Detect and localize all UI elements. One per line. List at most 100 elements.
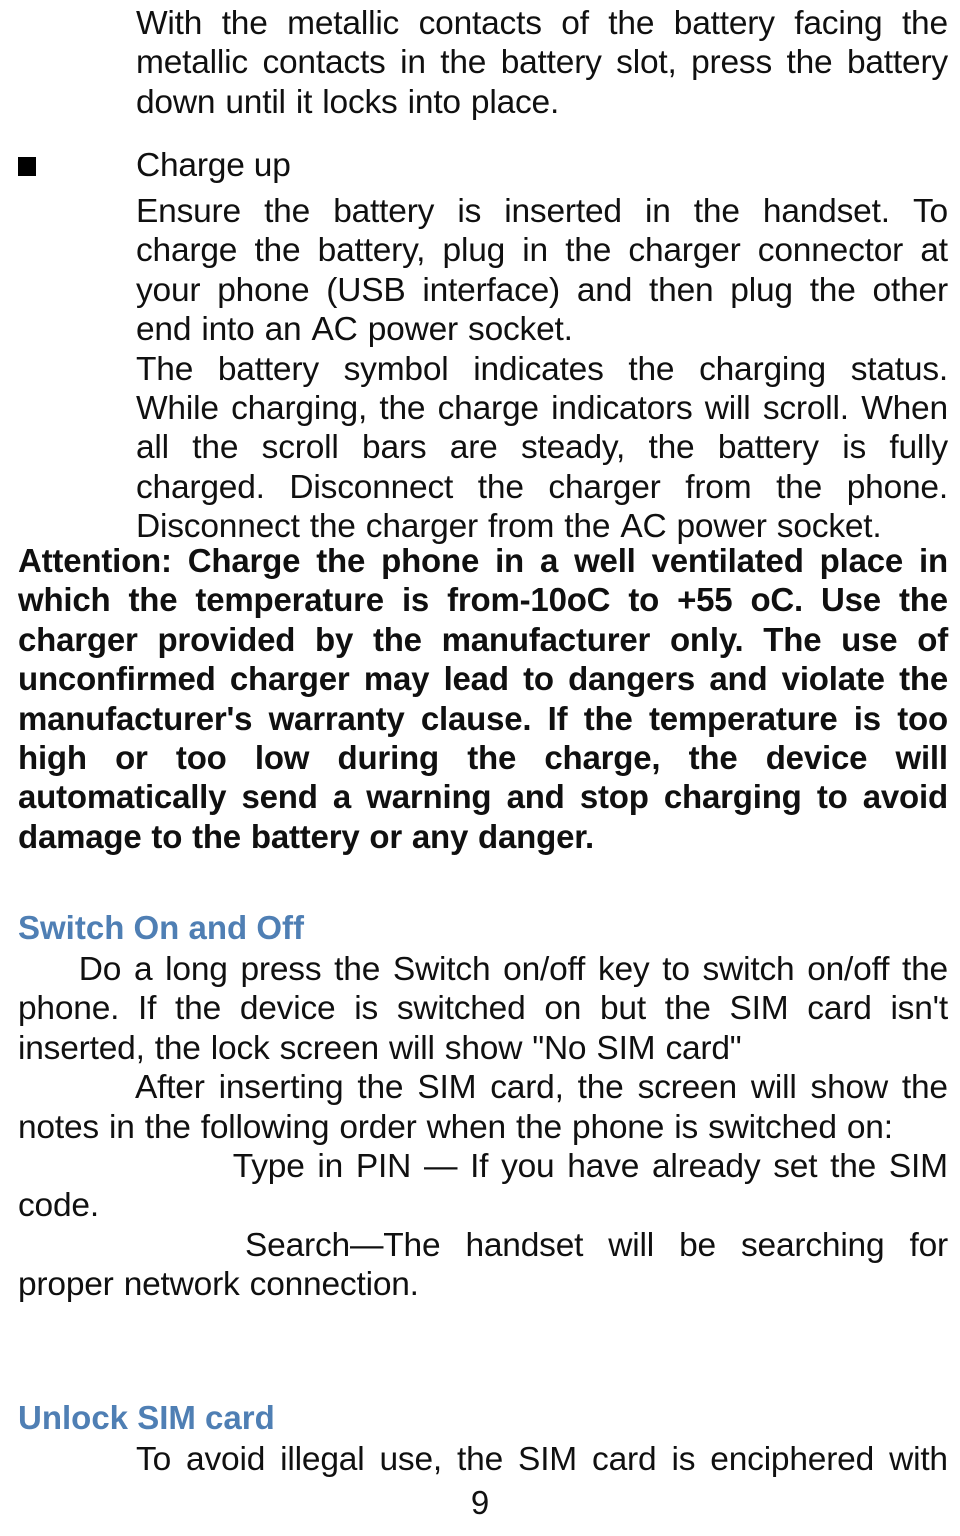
- word: plug: [442, 232, 506, 270]
- word: To: [136, 1441, 172, 1478]
- word: are: [449, 429, 498, 467]
- word: in: [400, 44, 426, 82]
- word: Do: [78, 951, 122, 988]
- text-line: To avoid illegal use, the SIM card is enciphered…: [18, 1440, 948, 1479]
- word: the: [457, 1441, 504, 1478]
- word: charged.: [136, 468, 265, 506]
- word: network: [123, 1266, 240, 1304]
- word: The: [136, 350, 194, 388]
- word: charger: [229, 660, 350, 698]
- word: The: [763, 620, 822, 658]
- text-line: phone. If the device is switched on but the SIM ca…: [18, 989, 948, 1028]
- word: Search—The: [245, 1226, 441, 1264]
- word: a: [332, 778, 352, 816]
- word: set: [773, 1148, 818, 1186]
- word: Charge: [187, 542, 301, 579]
- word: of: [917, 620, 948, 658]
- word: the: [577, 1069, 624, 1107]
- word: the: [467, 739, 517, 777]
- word: a: [539, 542, 559, 579]
- word: is: [671, 1441, 696, 1478]
- word: phone.: [18, 990, 120, 1028]
- word: the: [254, 232, 301, 270]
- word: send: [241, 778, 318, 816]
- word: card: [807, 990, 872, 1028]
- word: in: [495, 542, 524, 579]
- paragraph-battery-insertion: With the metallic contacts of the battery facin…: [136, 4, 948, 122]
- word: card,: [490, 1069, 564, 1107]
- word: connector: [757, 232, 904, 270]
- word: will: [704, 390, 751, 428]
- word: you: [501, 1148, 555, 1186]
- page-number: 9: [470, 1484, 490, 1521]
- word: the: [221, 5, 268, 42]
- word: will: [750, 1069, 797, 1107]
- word: charger: [548, 468, 661, 506]
- word: inserted: [504, 193, 622, 230]
- word: SIM: [729, 990, 789, 1028]
- manual-page: With the metallic contacts of the battery facin…: [0, 0, 960, 1536]
- word: phone: [217, 271, 310, 309]
- word: Switch: [392, 951, 491, 988]
- word: locks: [322, 83, 398, 121]
- word: but: [600, 990, 646, 1028]
- word: in: [109, 1108, 135, 1146]
- word: the: [898, 581, 948, 619]
- text-line: damage to the battery or any danger.: [18, 817, 948, 856]
- word: unconfirmed: [18, 660, 216, 698]
- word: lock: [210, 1029, 270, 1067]
- word: +55: [677, 581, 733, 619]
- word: bars: [362, 429, 427, 467]
- word: too: [175, 739, 227, 777]
- word: charging: [699, 350, 826, 388]
- word: in: [919, 542, 948, 579]
- word: facing: [794, 5, 883, 42]
- text-line: down until it locks into place.: [136, 83, 948, 122]
- word: warranty: [268, 699, 405, 737]
- text-line: charge the battery, plug in the charger connect…: [136, 231, 948, 270]
- word: on/off: [503, 951, 586, 988]
- text-line: your phone (USB interface) and then plug the oth…: [136, 271, 948, 310]
- word: during: [337, 739, 440, 777]
- word: it: [295, 83, 313, 121]
- word: will: [608, 1226, 655, 1264]
- word: to: [816, 778, 848, 816]
- word: the: [372, 620, 422, 658]
- word: notes: [18, 1108, 99, 1146]
- text-line: unconfirmed charger may lead to dangers and vio…: [18, 659, 948, 698]
- word: to: [662, 951, 690, 988]
- text-line: end into an AC power socket.: [136, 310, 948, 349]
- word: end: [136, 311, 192, 349]
- word: the: [192, 429, 239, 467]
- word: into: [407, 83, 461, 121]
- text-line: Type in PIN — If you have already set the SIM: [18, 1147, 948, 1186]
- word: illegal: [280, 1441, 365, 1478]
- word: To: [912, 193, 948, 230]
- text-line: charger provided by the manufacturer only. The…: [18, 620, 948, 659]
- word: SIM: [518, 1441, 578, 1478]
- word: the: [316, 542, 366, 579]
- word: avoid: [186, 1441, 266, 1478]
- word: violate: [781, 660, 885, 698]
- word: If: [138, 990, 157, 1028]
- word: the: [664, 990, 711, 1028]
- word: SIM: [888, 1148, 948, 1186]
- text-line: code.: [18, 1186, 948, 1225]
- word: After: [134, 1069, 205, 1107]
- word: from: [685, 468, 752, 506]
- word: other: [872, 271, 949, 309]
- word: searching: [740, 1226, 885, 1264]
- word: on/off: [807, 951, 890, 988]
- word: manufacturer: [441, 620, 651, 658]
- word: battery: [717, 429, 819, 467]
- word: or: [115, 739, 148, 777]
- word: charging,: [231, 390, 368, 428]
- word: device: [239, 990, 336, 1028]
- word: the: [693, 193, 740, 230]
- word: too: [897, 699, 948, 737]
- word: is: [853, 699, 881, 737]
- word: or: [369, 817, 402, 855]
- word: charge: [437, 390, 539, 428]
- word: press: [240, 951, 322, 988]
